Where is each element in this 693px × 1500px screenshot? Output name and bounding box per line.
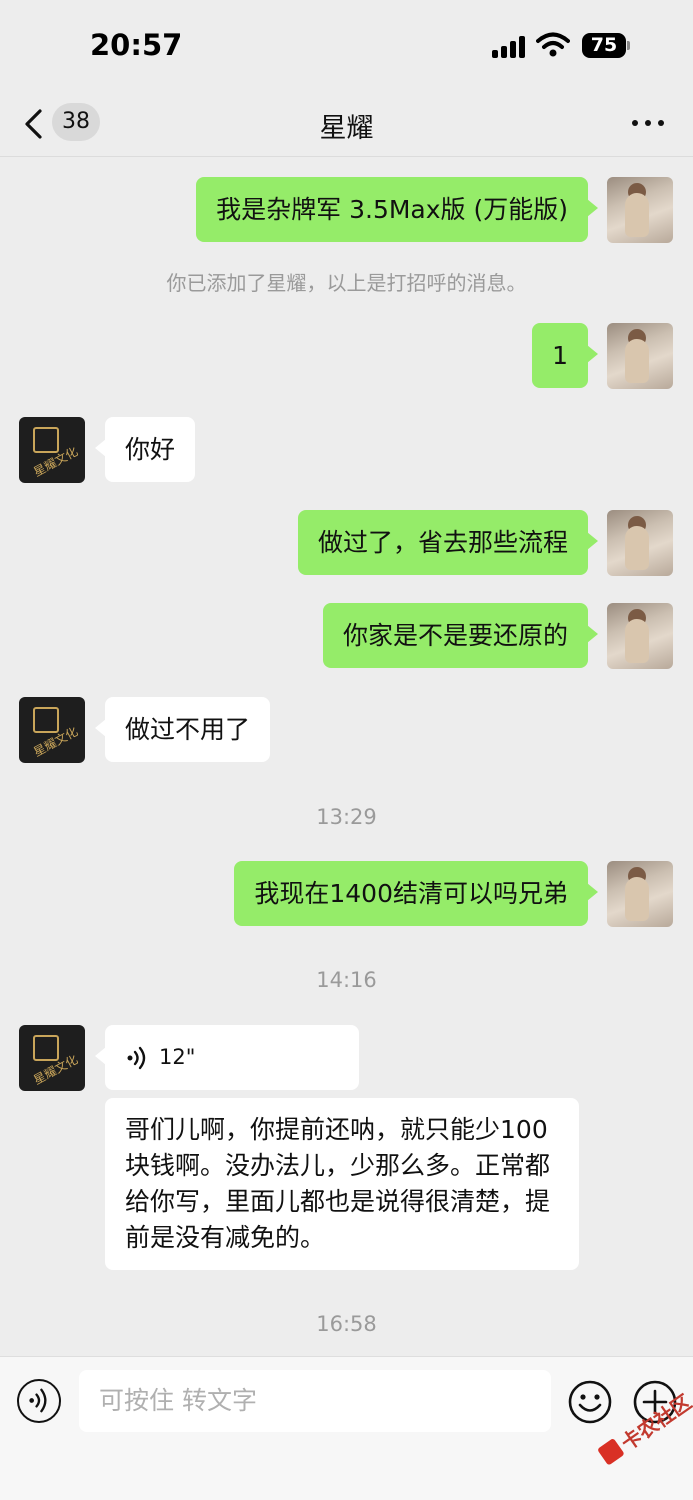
timestamp: 14:16 <box>316 968 377 992</box>
signal-icon <box>492 36 528 58</box>
more-icon[interactable] <box>632 120 664 128</box>
my-avatar[interactable] <box>607 861 673 927</box>
message-input[interactable]: 可按住 转文字 <box>79 1370 551 1432</box>
contact-avatar[interactable]: 星耀文化 <box>19 417 85 483</box>
contact-message-bubble[interactable]: 你好 <box>94 417 196 482</box>
input-bar: 可按住 转文字 <box>0 1356 693 1500</box>
my-message-bubble[interactable]: 我是杂牌军 3.5Max版 (万能版) <box>196 177 598 242</box>
battery-level: 75 <box>582 33 626 58</box>
system-notice: 你已添加了星耀，以上是打招呼的消息。 <box>166 271 527 295</box>
timestamp: 16:58 <box>316 1312 377 1336</box>
contact-avatar[interactable]: 星耀文化 <box>19 1025 85 1091</box>
my-avatar[interactable] <box>607 323 673 389</box>
emoji-icon[interactable] <box>567 1379 613 1425</box>
status-time: 20:57 <box>90 28 183 62</box>
chat-header: 38 星耀 <box>0 90 693 157</box>
voice-message-bubble[interactable]: 12" <box>95 1025 359 1090</box>
my-message-bubble[interactable]: 做过了，省去那些流程 <box>297 510 599 575</box>
status-bar: 20:57 75 <box>0 0 693 90</box>
my-message-bubble[interactable]: 你家是不是要还原的 <box>322 603 599 668</box>
contact-message-bubble[interactable]: 做过不用了 <box>94 697 271 762</box>
my-avatar[interactable] <box>607 177 673 243</box>
voice-transcription-bubble[interactable]: 哥们儿啊，你提前还呐，就只能少100块钱啊。没办法儿，少那么多。正常都给你写，里… <box>105 1098 579 1270</box>
my-message-bubble[interactable]: 我现在1400结清可以吗兄弟 <box>234 861 598 926</box>
my-avatar[interactable] <box>607 603 673 669</box>
my-message-bubble[interactable]: 1 <box>532 323 598 388</box>
voice-duration: 12" <box>159 1045 196 1069</box>
voice-input-icon[interactable] <box>17 1379 61 1423</box>
contact-avatar[interactable]: 星耀文化 <box>19 697 85 763</box>
timestamp: 13:29 <box>316 805 377 829</box>
voice-wave-icon <box>127 1046 146 1070</box>
my-avatar[interactable] <box>607 510 673 576</box>
wifi-icon <box>536 32 570 57</box>
battery-icon: 75 <box>582 33 630 58</box>
chat-title: 星耀 <box>319 113 374 144</box>
